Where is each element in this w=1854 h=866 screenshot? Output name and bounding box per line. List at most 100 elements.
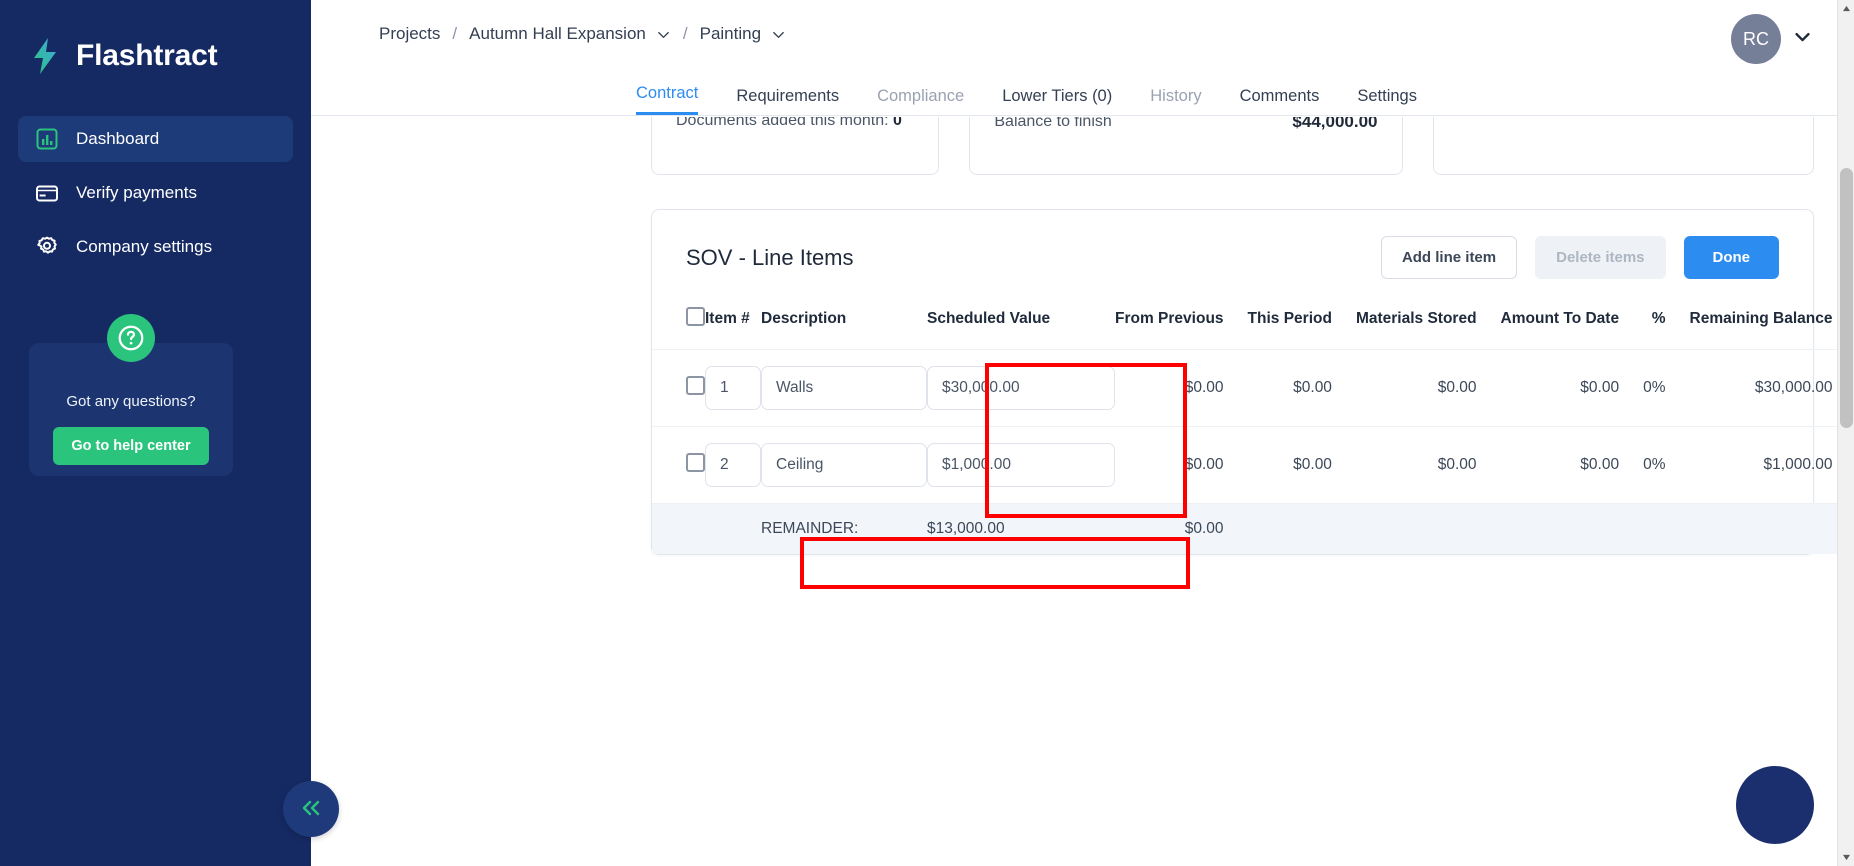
chevron-down-icon[interactable]	[1793, 27, 1812, 51]
sov-header: SOV - Line Items Add line item Delete it…	[652, 210, 1813, 299]
go-to-help-center-button[interactable]: Go to help center	[53, 427, 209, 465]
row-select-cell	[652, 426, 705, 504]
tab-contract[interactable]: Contract	[636, 84, 699, 115]
description-input[interactable]	[761, 366, 927, 410]
double-chevron-left-icon	[298, 798, 324, 821]
remainder-row: REMAINDER: $13,000.00 $0.00	[652, 503, 1854, 554]
sidebar-collapse-button[interactable]	[283, 781, 339, 837]
description-input[interactable]	[761, 443, 927, 487]
credit-card-icon	[34, 180, 60, 206]
sov-table-head: Item # Description Scheduled Value From …	[652, 299, 1854, 350]
remainder-blank-1	[1247, 503, 1356, 554]
table-row: $0.00 $0.00 $0.00 $0.00 0% $30,000.00 $0…	[652, 349, 1854, 427]
row-amount-to-date: $0.00	[1500, 349, 1644, 427]
row-scheduled-value-cell	[927, 349, 1115, 427]
tab-lower-tiers[interactable]: Lower Tiers (0)	[1002, 87, 1112, 115]
page-scrollbar[interactable]	[1837, 0, 1854, 866]
sov-panel: SOV - Line Items Add line item Delete it…	[651, 209, 1854, 555]
help-card-title: Got any questions?	[66, 393, 196, 410]
tab-requirements[interactable]: Requirements	[736, 87, 839, 115]
column-header-item: Item #	[705, 310, 750, 327]
sidebar-nav: Dashboard Verify payments Company settin…	[0, 116, 311, 270]
brand-name: Flashtract	[76, 39, 218, 72]
scheduled-value-input[interactable]	[927, 443, 1115, 487]
column-header-from-previous: From Previous	[1115, 310, 1224, 327]
row-materials-stored: $0.00	[1355, 349, 1501, 427]
sov-table-body: $0.00 $0.00 $0.00 $0.00 0% $30,000.00 $0…	[652, 349, 1854, 554]
scheduled-value-input[interactable]	[927, 366, 1115, 410]
tab-comments[interactable]: Comments	[1240, 87, 1320, 115]
item-number-input[interactable]	[705, 443, 761, 487]
add-line-item-button[interactable]: Add line item	[1380, 236, 1518, 279]
delete-items-button[interactable]: Delete items	[1535, 236, 1666, 279]
scroll-up-arrow-icon[interactable]	[1838, 0, 1854, 17]
done-button[interactable]: Done	[1683, 236, 1779, 279]
remainder-label: REMAINDER:	[761, 503, 927, 554]
breadcrumb-item-project[interactable]: Autumn Hall Expansion	[469, 24, 646, 44]
row-select-cell	[652, 349, 705, 427]
bar-chart-icon	[34, 126, 60, 152]
row-percent: 0%	[1643, 426, 1690, 504]
documents-card: Documents added this month: 0	[651, 117, 940, 175]
sidebar-item-label: Verify payments	[76, 183, 197, 202]
row-percent: 0%	[1643, 349, 1690, 427]
scroll-down-arrow-icon[interactable]	[1838, 849, 1854, 866]
app-root: Flashtract Dashboard Verify payments Com…	[0, 0, 1854, 866]
remainder-blank-4	[1643, 503, 1690, 554]
avatar: RC	[1731, 14, 1781, 64]
column-header-amount-to-date: Amount To Date	[1500, 310, 1620, 327]
chat-bubble-icon[interactable]	[1736, 766, 1814, 844]
row-checkbox[interactable]	[686, 453, 705, 472]
sidebar: Flashtract Dashboard Verify payments Com…	[0, 0, 339, 866]
topbar: Projects / Autumn Hall Expansion / Paint…	[311, 0, 1854, 80]
chevron-down-icon[interactable]	[771, 27, 786, 42]
row-item-cell	[705, 349, 761, 427]
remainder-spacer	[652, 503, 705, 554]
brand[interactable]: Flashtract	[0, 0, 311, 86]
sidebar-item-dashboard[interactable]: Dashboard	[18, 116, 293, 162]
tab-compliance[interactable]: Compliance	[877, 87, 964, 115]
sidebar-item-verify-payments[interactable]: Verify payments	[18, 170, 293, 216]
column-header-description: Description	[761, 310, 847, 327]
row-this-period: $0.00	[1247, 426, 1356, 504]
user-menu[interactable]: RC	[1731, 14, 1812, 64]
breadcrumb-item-projects[interactable]: Projects	[379, 24, 440, 44]
breadcrumb-separator: /	[682, 24, 688, 43]
table-row: $0.00 $0.00 $0.00 $0.00 0% $1,000.00 $0.…	[652, 426, 1854, 504]
main-area: Projects / Autumn Hall Expansion / Paint…	[311, 0, 1854, 866]
sidebar-item-company-settings[interactable]: Company settings	[18, 224, 293, 270]
scrollbar-thumb[interactable]	[1840, 168, 1853, 428]
documents-card-value: 0	[893, 117, 902, 129]
remainder-blank-2	[1355, 503, 1501, 554]
remainder-from-previous: $0.00	[1115, 503, 1248, 554]
row-description-cell	[761, 426, 927, 504]
tab-history[interactable]: History	[1150, 87, 1201, 115]
remainder-blank-5	[1689, 503, 1854, 554]
balance-card: Balance to finish $44,000.00	[969, 117, 1403, 175]
balance-card-label: Balance to finish	[994, 117, 1112, 130]
select-all-checkbox[interactable]	[686, 307, 705, 326]
row-from-previous: $0.00	[1115, 426, 1248, 504]
column-header-this-period: This Period	[1247, 310, 1332, 327]
help-card: Got any questions? Go to help center	[29, 314, 233, 476]
sov-table: Item # Description Scheduled Value From …	[652, 299, 1854, 554]
row-remaining-balance: $30,000.00	[1689, 349, 1854, 427]
breadcrumb-item-trade[interactable]: Painting	[700, 24, 761, 44]
content-area: Documents added this month: 0 Balance to…	[311, 117, 1854, 866]
row-checkbox[interactable]	[686, 376, 705, 395]
select-all-header	[652, 299, 705, 350]
column-header-materials-stored: Materials Stored	[1355, 310, 1477, 327]
remainder-spacer-2	[705, 503, 761, 554]
tab-settings[interactable]: Settings	[1357, 87, 1417, 115]
row-description-cell	[761, 349, 927, 427]
remainder-value: $13,000.00	[927, 503, 1115, 554]
column-header-scheduled-value: Scheduled Value	[927, 310, 1051, 327]
item-number-input[interactable]	[705, 366, 761, 410]
extra-card	[1432, 117, 1814, 175]
lightning-bolt-icon	[28, 36, 62, 76]
chevron-down-icon[interactable]	[656, 27, 671, 42]
sov-title: SOV - Line Items	[686, 244, 854, 270]
question-mark-circle-icon	[107, 314, 155, 362]
row-materials-stored: $0.00	[1355, 426, 1501, 504]
row-from-previous: $0.00	[1115, 349, 1248, 427]
